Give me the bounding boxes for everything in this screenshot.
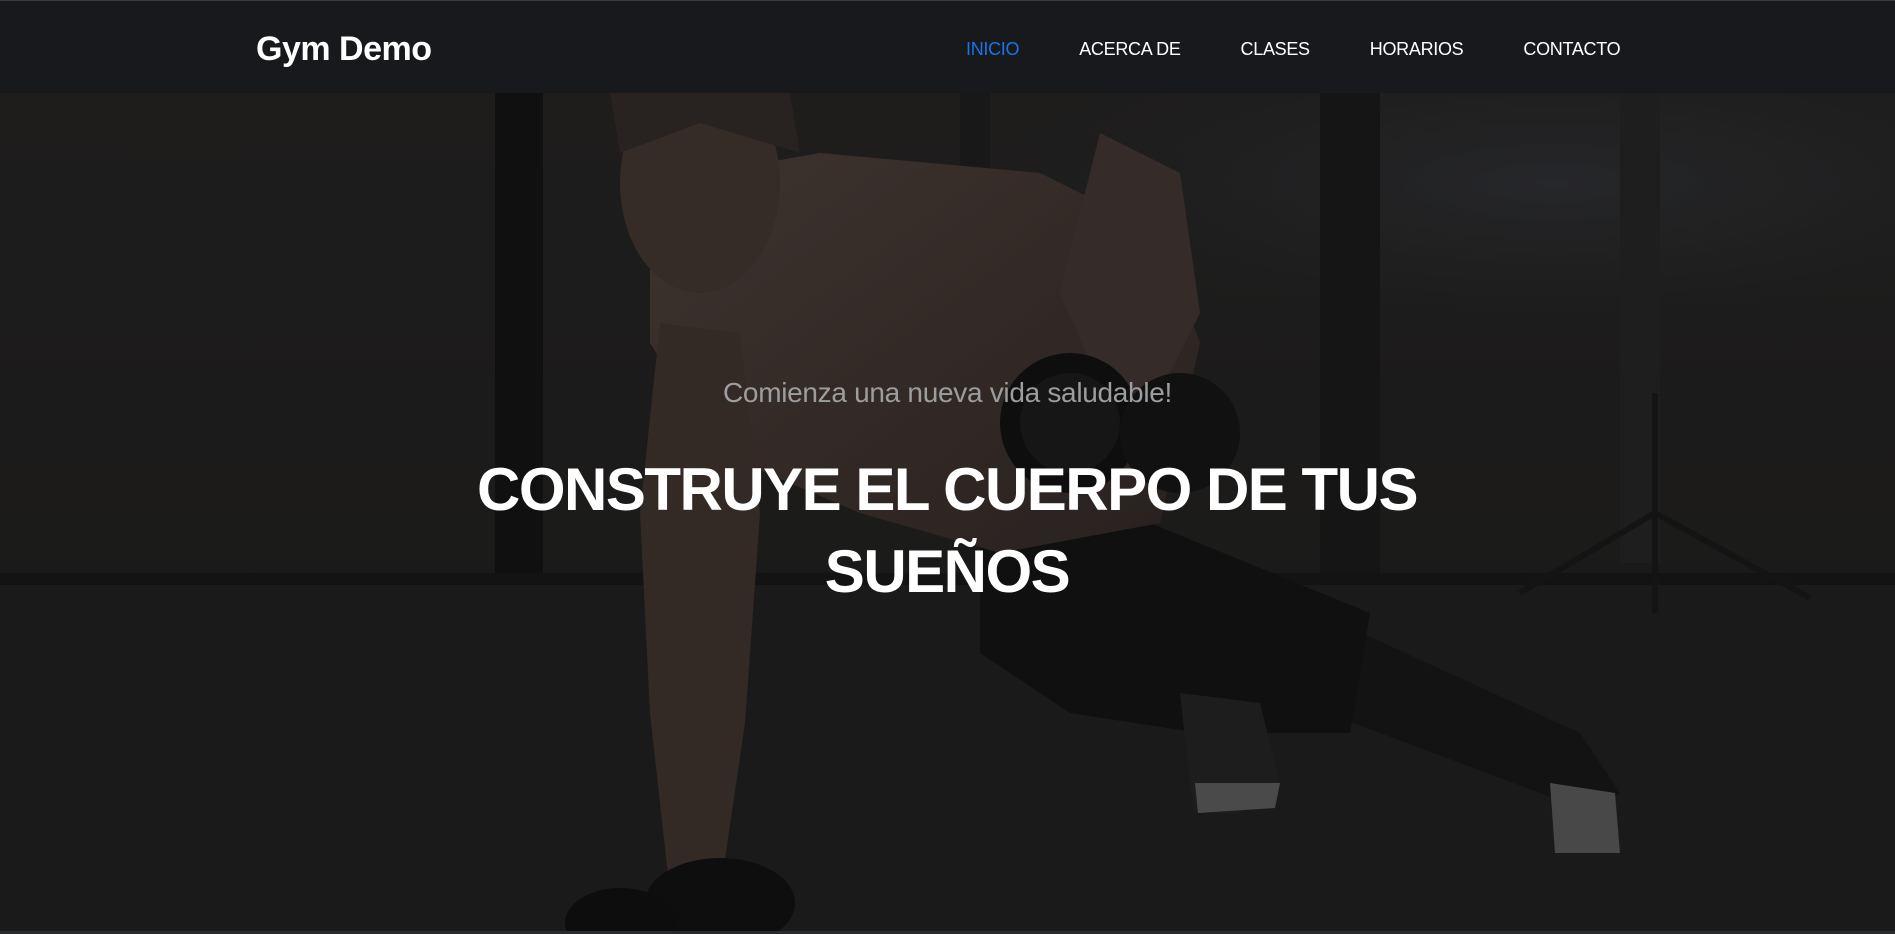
nav-item-clases: CLASES (1241, 37, 1311, 61)
brand-logo[interactable]: Gym Demo (256, 27, 432, 71)
nav-link-contacto[interactable]: CONTACTO (1523, 39, 1620, 59)
hero-section: Comienza una nueva vida saludable! CONST… (0, 93, 1895, 934)
nav-link-acerca-de[interactable]: ACERCA DE (1079, 39, 1181, 59)
nav-link-horarios[interactable]: HORARIOS (1370, 39, 1464, 59)
nav-item-contacto: CONTACTO (1523, 37, 1620, 61)
navbar: Gym Demo INICIO ACERCA DE CLASES HORARIO… (0, 0, 1895, 93)
hero-title: CONSTRUYE EL CUERPO DE TUS SUEÑOS (476, 456, 1419, 605)
nav-item-acerca-de: ACERCA DE (1079, 37, 1181, 61)
nav-item-horarios: HORARIOS (1370, 37, 1464, 61)
nav-link-clases[interactable]: CLASES (1241, 39, 1311, 59)
nav-link-inicio[interactable]: INICIO (966, 39, 1020, 59)
hero-subtitle: Comienza una nueva vida saludable! (723, 377, 1172, 408)
nav-menu: INICIO ACERCA DE CLASES HORARIOS CONTACT… (966, 37, 1621, 61)
nav-item-inicio: INICIO (966, 37, 1020, 61)
